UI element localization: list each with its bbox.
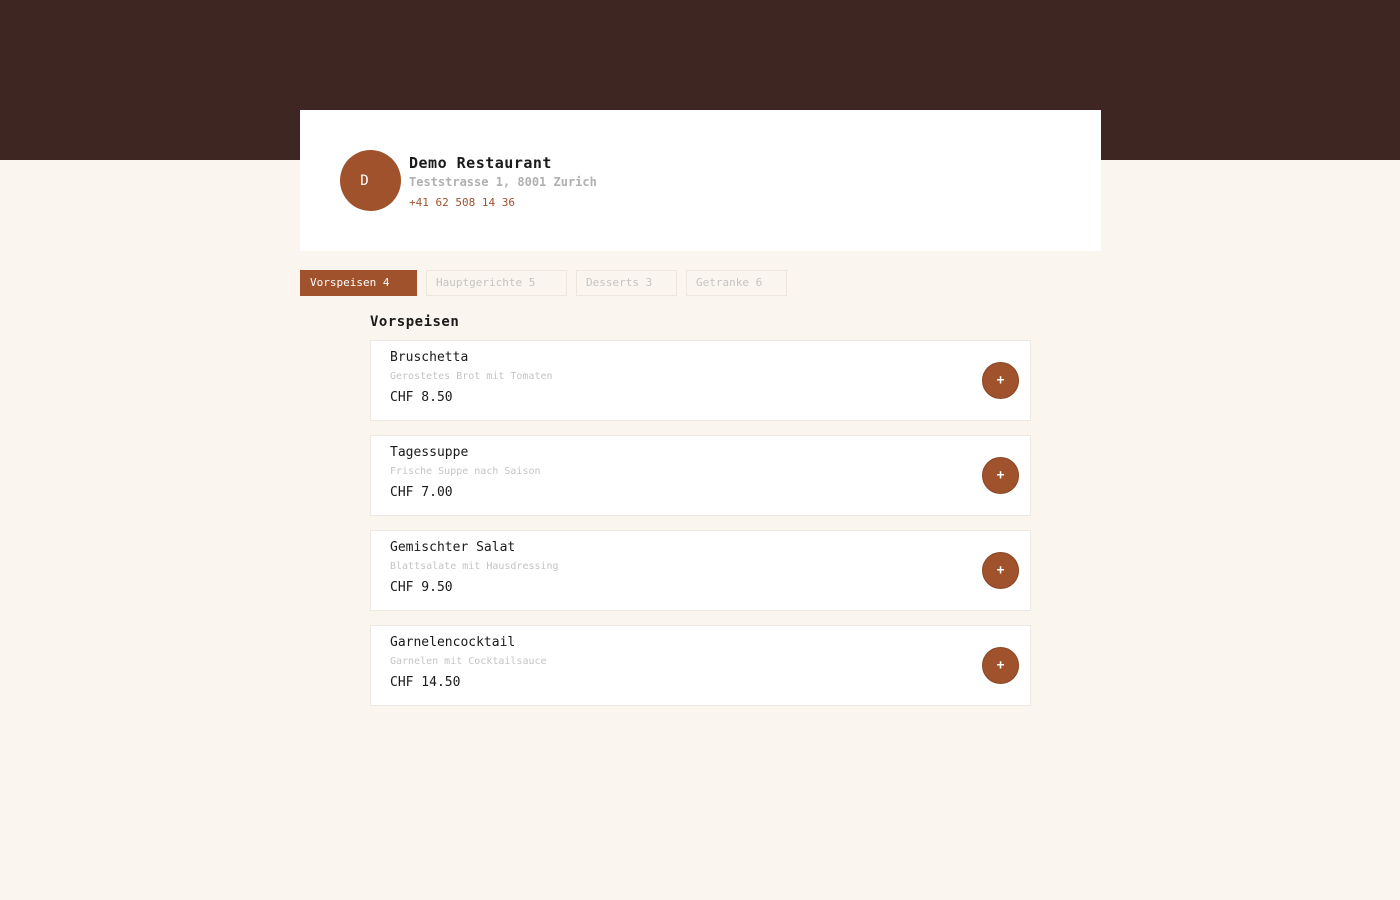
menu-item-card: Bruschetta Gerostetes Brot mit Tomaten C… bbox=[370, 340, 1031, 421]
item-description: Gerostetes Brot mit Tomaten bbox=[390, 371, 553, 382]
add-to-cart-button[interactable]: + bbox=[982, 552, 1019, 589]
section-title: Vorspeisen bbox=[370, 314, 460, 330]
item-description: Garnelen mit Cocktailsauce bbox=[390, 656, 547, 667]
restaurant-name: Demo Restaurant bbox=[409, 154, 552, 172]
menu-item-card: Gemischter Salat Blattsalate mit Hausdre… bbox=[370, 530, 1031, 611]
item-name: Tagessuppe bbox=[390, 445, 469, 460]
item-price: CHF 8.50 bbox=[390, 390, 453, 405]
item-name: Garnelencocktail bbox=[390, 635, 516, 650]
restaurant-address: Teststrasse 1, 8001 Zurich bbox=[409, 175, 597, 189]
item-price: CHF 9.50 bbox=[390, 580, 453, 595]
restaurant-header-card: D Demo Restaurant Teststrasse 1, 8001 Zu… bbox=[300, 110, 1101, 251]
restaurant-avatar: D bbox=[340, 150, 401, 211]
restaurant-phone[interactable]: +41 62 508 14 36 bbox=[409, 196, 515, 209]
menu-item-card: Tagessuppe Frische Suppe nach Saison CHF… bbox=[370, 435, 1031, 516]
item-description: Frische Suppe nach Saison bbox=[390, 466, 541, 477]
tab-desserts[interactable]: Desserts 3 bbox=[576, 270, 677, 296]
add-to-cart-button[interactable]: + bbox=[982, 647, 1019, 684]
tab-getranke[interactable]: Getranke 6 bbox=[686, 270, 787, 296]
item-description: Blattsalate mit Hausdressing bbox=[390, 561, 559, 572]
menu-item-card: Garnelencocktail Garnelen mit Cocktailsa… bbox=[370, 625, 1031, 706]
item-name: Gemischter Salat bbox=[390, 540, 516, 555]
item-price: CHF 14.50 bbox=[390, 675, 461, 690]
add-to-cart-button[interactable]: + bbox=[982, 362, 1019, 399]
item-price: CHF 7.00 bbox=[390, 485, 453, 500]
tab-hauptgerichte[interactable]: Hauptgerichte 5 bbox=[426, 270, 567, 296]
tab-vorspeisen[interactable]: Vorspeisen 4 bbox=[300, 270, 417, 296]
add-to-cart-button[interactable]: + bbox=[982, 457, 1019, 494]
item-name: Bruschetta bbox=[390, 350, 469, 365]
